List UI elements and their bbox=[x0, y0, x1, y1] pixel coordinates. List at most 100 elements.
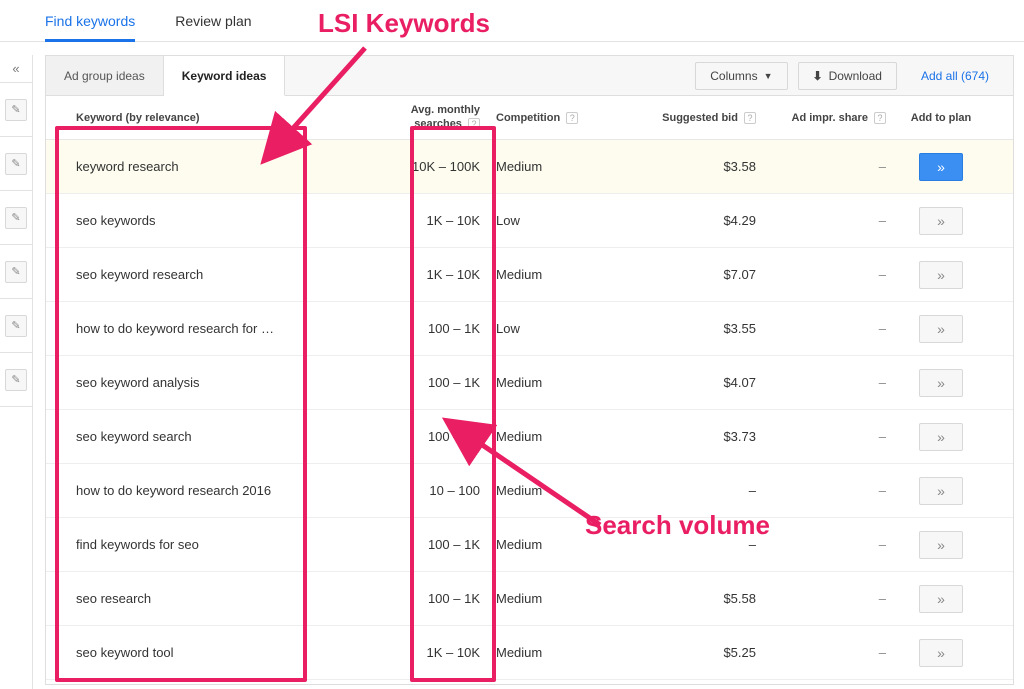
cell-suggested-bid: – bbox=[616, 537, 766, 552]
pencil-icon[interactable]: ✎ bbox=[5, 153, 27, 175]
add-to-plan-button[interactable]: » bbox=[919, 531, 963, 559]
cell-suggested-bid: $5.58 bbox=[616, 591, 766, 606]
cell-avg-searches: 1K – 10K bbox=[386, 645, 486, 661]
table-row: seo keywords1K – 10KLow$4.29–» bbox=[46, 194, 1013, 248]
cell-add: » bbox=[896, 639, 986, 667]
cell-add: » bbox=[896, 369, 986, 397]
cell-impr-share: – bbox=[766, 429, 896, 444]
cell-keyword[interactable]: find keywords for seo bbox=[46, 537, 386, 552]
table-header: Keyword (by relevance) Avg. monthly sear… bbox=[46, 96, 1013, 140]
caret-down-icon: ▼ bbox=[764, 71, 773, 81]
pencil-icon[interactable]: ✎ bbox=[5, 99, 27, 121]
cell-add: » bbox=[896, 315, 986, 343]
cell-competition: Medium bbox=[486, 429, 616, 444]
collapse-sidebar-button[interactable]: « bbox=[0, 55, 32, 83]
add-to-plan-button[interactable]: » bbox=[919, 369, 963, 397]
cell-competition: Medium bbox=[486, 375, 616, 390]
header-actions: Columns ▼ ⬇ Download Add all (674) bbox=[695, 56, 1013, 95]
cell-add: » bbox=[896, 585, 986, 613]
table-body: keyword research10K – 100KMedium$3.58–»s… bbox=[46, 140, 1013, 680]
top-nav: Find keywords Review plan bbox=[0, 0, 1024, 42]
col-keyword[interactable]: Keyword (by relevance) bbox=[46, 112, 386, 124]
add-to-plan-button[interactable]: » bbox=[919, 585, 963, 613]
side-strip: « ✎ ✎ ✎ ✎ ✎ ✎ bbox=[0, 55, 33, 689]
cell-competition: Low bbox=[486, 321, 616, 336]
cell-suggested-bid: $7.07 bbox=[616, 267, 766, 282]
cell-suggested-bid: $3.58 bbox=[616, 159, 766, 174]
cell-keyword[interactable]: seo keyword research bbox=[46, 267, 386, 282]
cell-impr-share: – bbox=[766, 375, 896, 390]
pencil-icon[interactable]: ✎ bbox=[5, 315, 27, 337]
table-row: how to do keyword research for …100 – 1K… bbox=[46, 302, 1013, 356]
table-row: seo research100 – 1KMedium$5.58– » bbox=[46, 572, 1013, 626]
cell-suggested-bid: $4.07 bbox=[616, 375, 766, 390]
cell-avg-searches: 1K – 10K bbox=[386, 213, 486, 229]
cell-avg-searches: 100 – 1K bbox=[386, 591, 486, 607]
nav-find-keywords[interactable]: Find keywords bbox=[45, 0, 135, 42]
cell-add: » bbox=[896, 423, 986, 451]
cell-impr-share: – bbox=[766, 645, 896, 660]
table-row: seo keyword research1K – 10KMedium$7.07–… bbox=[46, 248, 1013, 302]
cell-impr-share: – bbox=[766, 537, 896, 552]
col-avg-searches[interactable]: Avg. monthly searches ? bbox=[386, 104, 486, 130]
cell-keyword[interactable]: seo research bbox=[46, 591, 386, 606]
add-all-button[interactable]: Add all (674) bbox=[907, 63, 1003, 89]
cell-competition: Medium bbox=[486, 537, 616, 552]
col-impr-share[interactable]: Ad impr. share ? bbox=[766, 112, 896, 124]
cell-keyword[interactable]: how to do keyword research for … bbox=[46, 321, 386, 336]
col-add-to-plan: Add to plan bbox=[896, 112, 986, 124]
cell-competition: Medium bbox=[486, 645, 616, 660]
cell-competition: Medium bbox=[486, 267, 616, 282]
cell-competition: Medium bbox=[486, 591, 616, 606]
pencil-icon[interactable]: ✎ bbox=[5, 207, 27, 229]
col-competition[interactable]: Competition ? bbox=[486, 112, 616, 124]
cell-avg-searches: 10K – 100K bbox=[386, 159, 486, 175]
cell-impr-share: – bbox=[766, 159, 896, 174]
columns-button[interactable]: Columns ▼ bbox=[695, 62, 787, 90]
cell-avg-searches: 100 – 1K bbox=[386, 537, 486, 553]
table-row: seo keyword tool1K – 10KMedium$5.25–» bbox=[46, 626, 1013, 680]
help-icon[interactable]: ? bbox=[744, 112, 756, 124]
cell-avg-searches: 100 – 1K bbox=[386, 321, 486, 337]
cell-avg-searches: 1K – 10K bbox=[386, 267, 486, 283]
cell-add: » bbox=[896, 207, 986, 235]
cell-impr-share: – bbox=[766, 591, 896, 606]
cell-add: » bbox=[896, 153, 986, 181]
add-to-plan-button[interactable]: » bbox=[919, 207, 963, 235]
cell-keyword[interactable]: seo keywords bbox=[46, 213, 386, 228]
pencil-icon[interactable]: ✎ bbox=[5, 261, 27, 283]
cell-keyword[interactable]: seo keyword analysis bbox=[46, 375, 386, 390]
add-to-plan-button[interactable]: » bbox=[919, 639, 963, 667]
cell-keyword[interactable]: seo keyword tool bbox=[46, 645, 386, 660]
tab-ad-group-ideas[interactable]: Ad group ideas bbox=[46, 56, 164, 95]
cell-suggested-bid: $4.29 bbox=[616, 213, 766, 228]
nav-review-plan[interactable]: Review plan bbox=[175, 0, 251, 42]
download-icon: ⬇ bbox=[813, 69, 823, 83]
cell-suggested-bid: $3.55 bbox=[616, 321, 766, 336]
add-to-plan-button[interactable]: » bbox=[919, 261, 963, 289]
cell-impr-share: – bbox=[766, 213, 896, 228]
cell-keyword[interactable]: how to do keyword research 2016 bbox=[46, 483, 386, 498]
cell-add: » bbox=[896, 531, 986, 559]
cell-keyword[interactable]: seo keyword search bbox=[46, 429, 386, 444]
col-suggested-bid[interactable]: Suggested bid ? bbox=[616, 112, 766, 124]
results-panel: Ad group ideas Keyword ideas Columns ▼ ⬇… bbox=[45, 55, 1014, 685]
table-row: seo keyword search100 – 1KMedium$3.73–» bbox=[46, 410, 1013, 464]
tab-keyword-ideas[interactable]: Keyword ideas bbox=[164, 56, 286, 96]
cell-keyword[interactable]: keyword research bbox=[46, 159, 386, 174]
col-competition-label: Competition bbox=[496, 112, 560, 124]
help-icon[interactable]: ? bbox=[874, 112, 886, 124]
help-icon[interactable]: ? bbox=[468, 118, 480, 130]
pencil-icon[interactable]: ✎ bbox=[5, 369, 27, 391]
cell-avg-searches: 10 – 100 bbox=[386, 483, 486, 499]
col-impr-label: Ad impr. share bbox=[792, 112, 868, 124]
add-to-plan-button[interactable]: » bbox=[919, 423, 963, 451]
add-to-plan-button[interactable]: » bbox=[919, 153, 963, 181]
add-to-plan-button[interactable]: » bbox=[919, 315, 963, 343]
cell-impr-share: – bbox=[766, 321, 896, 336]
help-icon[interactable]: ? bbox=[566, 112, 578, 124]
add-to-plan-button[interactable]: » bbox=[919, 477, 963, 505]
download-button[interactable]: ⬇ Download bbox=[798, 62, 897, 90]
cell-add: » bbox=[896, 261, 986, 289]
cell-suggested-bid: $3.73 bbox=[616, 429, 766, 444]
